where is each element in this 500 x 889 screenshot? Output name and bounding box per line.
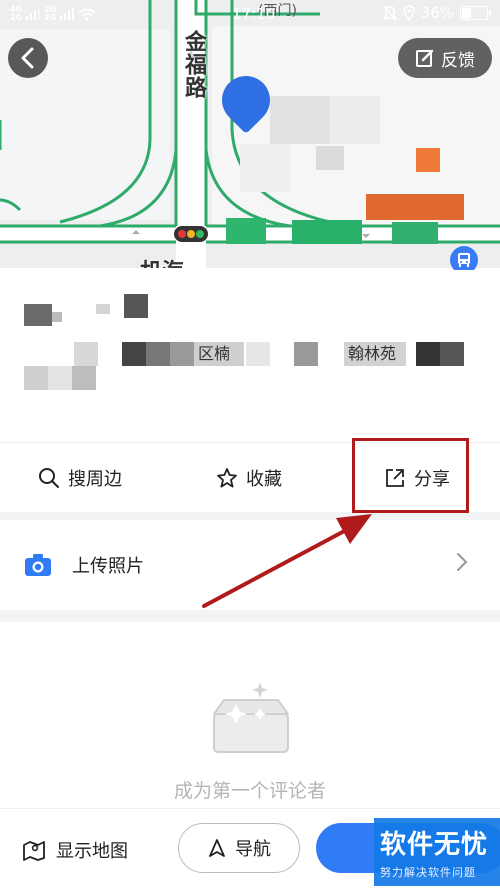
navigation-arrow-icon [209, 839, 225, 857]
network-label: 2G [10, 13, 23, 22]
upload-photo-row[interactable]: 上传照片 [0, 520, 500, 610]
obscured-area [330, 96, 380, 144]
obscured-address [246, 342, 270, 366]
favorite-button[interactable]: 收藏 [216, 443, 282, 513]
nearby-search-label: 搜周边 [68, 469, 122, 490]
empty-box-icon [213, 682, 289, 753]
section-divider [0, 610, 500, 622]
watermark-logo: 软件无忧 努力解决软件问题 [374, 818, 500, 886]
battery-percent: 36% [420, 4, 454, 22]
street-label-vertical: 金福路 [181, 30, 206, 99]
comments-section: 成为第一个评论者 [0, 622, 500, 812]
obscured-address [24, 366, 48, 390]
signal-icon [26, 8, 41, 20]
obscured-address [146, 342, 170, 366]
obscured-area [240, 144, 290, 192]
edit-icon [416, 49, 434, 67]
network-label: 2G [44, 13, 57, 22]
chevron-left-icon [21, 47, 34, 69]
upload-photo-label: 上传照片 [72, 556, 144, 577]
traffic-light-icon [174, 226, 208, 242]
obscured-area [292, 220, 362, 244]
status-bar: 4G 2G 2G 2G 17:10 36% [0, 0, 500, 28]
signal-indicators: 4G 2G 2G 2G [10, 6, 96, 22]
obscured-area [416, 148, 440, 172]
status-time: 17:10 [232, 5, 276, 23]
obscured-address [440, 342, 464, 366]
obscured-area [316, 146, 344, 170]
obscured-place-name [24, 304, 52, 326]
obscured-address [74, 342, 98, 366]
obscured-address [72, 366, 96, 390]
favorite-label: 收藏 [246, 469, 282, 490]
obscured-place-name [96, 304, 110, 314]
obscured-area [270, 96, 330, 144]
section-divider [0, 512, 500, 520]
back-button[interactable] [8, 38, 48, 78]
obscured-address [48, 366, 72, 390]
wifi-icon [78, 8, 96, 21]
obscured-area [226, 218, 266, 244]
star-icon [217, 468, 237, 488]
obscured-area [392, 222, 438, 244]
obscured-address [294, 342, 318, 366]
empty-comments-text: 成为第一个评论者 [173, 780, 326, 802]
feedback-button[interactable]: 反馈 [398, 38, 492, 78]
status-right: 36% [382, 4, 491, 22]
chevron-right-icon [457, 553, 468, 571]
watermark-title: 软件无忧 [380, 830, 489, 860]
obscured-address [122, 342, 146, 366]
feedback-label: 反馈 [441, 50, 475, 71]
show-map-button[interactable]: 显示地图 [22, 837, 128, 863]
navigate-button[interactable]: 导航 [178, 823, 300, 873]
obscured-address: 翰林苑 [344, 342, 406, 366]
annotation-highlight-box [352, 438, 469, 513]
camera-icon [25, 554, 51, 576]
location-icon [402, 5, 415, 21]
signal-icon [60, 8, 75, 20]
watermark-subtitle: 努力解决软件问题 [380, 866, 476, 879]
nearby-search-button[interactable]: 搜周边 [38, 443, 122, 513]
mute-bell-icon [382, 5, 397, 21]
obscured-place-name [124, 294, 148, 318]
obscured-address: 区楠 [194, 342, 244, 366]
show-map-label: 显示地图 [56, 841, 128, 862]
obscured-area [366, 194, 464, 220]
map-pin-icon [23, 841, 45, 861]
navigate-label: 导航 [235, 839, 271, 860]
search-icon [39, 468, 59, 488]
obscured-address [416, 342, 440, 366]
battery-icon [460, 6, 491, 20]
bus-stop-icon[interactable] [450, 246, 478, 270]
place-info-card: 区楠 翰林苑 [0, 268, 500, 438]
obscured-address [170, 342, 194, 366]
obscured-place-name [52, 312, 62, 322]
